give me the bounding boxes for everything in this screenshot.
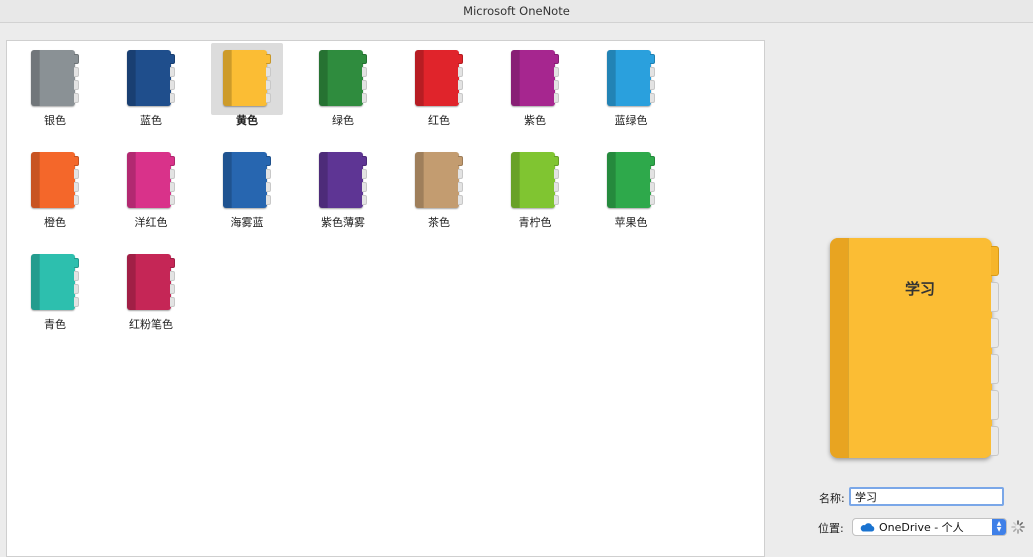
notebook-tabs (458, 156, 463, 206)
notebook-preview-cover (830, 238, 992, 458)
notebook-cover (319, 50, 363, 106)
notebook-color-label: 蓝绿色 (614, 114, 648, 127)
window-title: Microsoft OneNote (463, 4, 570, 18)
notebook-preview: 学习 (830, 238, 1000, 458)
notebook-icon (31, 152, 79, 208)
notebook-color-label: 青柠色 (518, 216, 552, 229)
notebook-tabs (650, 54, 655, 104)
notebook-tabs (266, 54, 271, 104)
notebook-cover (223, 50, 267, 106)
notebook-icon (415, 152, 463, 208)
notebook-icon (223, 50, 271, 106)
notebook-cover (31, 254, 75, 310)
notebook-icon (319, 152, 367, 208)
notebook-color-option[interactable]: 青色 (19, 247, 91, 331)
notebook-cover (415, 50, 459, 106)
notebook-icon (223, 152, 271, 208)
notebook-icon (31, 254, 79, 310)
location-label: 位置: (818, 522, 844, 535)
notebook-tabs (554, 156, 559, 206)
notebook-tabs (554, 54, 559, 104)
location-value: OneDrive - 个人 (879, 521, 964, 534)
notebook-color-option[interactable]: 红粉笔色 (115, 247, 187, 331)
notebook-color-label: 橙色 (44, 216, 66, 229)
notebook-color-option[interactable]: 绿色 (307, 43, 379, 127)
notebook-cover (223, 152, 267, 208)
notebook-color-option[interactable]: 紫色薄雾 (307, 145, 379, 229)
popup-stepper-icon[interactable]: ▲ ▼ (992, 519, 1006, 535)
notebook-icon (511, 50, 559, 106)
notebook-cover (31, 152, 75, 208)
notebook-cover (31, 50, 75, 106)
notebook-cover (607, 152, 651, 208)
notebook-cover (511, 50, 555, 106)
notebook-color-option[interactable]: 红色 (403, 43, 475, 127)
notebook-tabs (74, 54, 79, 104)
notebook-color-label: 蓝色 (140, 114, 162, 127)
notebook-icon (127, 152, 175, 208)
notebook-preview-tabs (991, 246, 999, 462)
notebook-tabs (458, 54, 463, 104)
notebook-color-option[interactable]: 青柠色 (499, 145, 571, 229)
notebook-cover (319, 152, 363, 208)
notebook-color-option[interactable]: 橙色 (19, 145, 91, 229)
notebook-cover (511, 152, 555, 208)
notebook-cover (127, 50, 171, 106)
location-select[interactable]: OneDrive - 个人 ▲ ▼ (852, 518, 1007, 536)
notebook-color-option[interactable]: 紫色 (499, 43, 571, 127)
notebook-icon (127, 50, 175, 106)
notebook-color-option[interactable]: 洋红色 (115, 145, 187, 229)
loading-spinner-icon (1011, 520, 1025, 534)
notebook-color-label: 茶色 (428, 216, 450, 229)
notebook-color-option[interactable]: 黄色 (211, 43, 283, 127)
notebook-icon (319, 50, 367, 106)
notebook-color-label: 黄色 (236, 114, 258, 127)
notebook-color-label: 银色 (44, 114, 66, 127)
notebook-color-label: 洋红色 (134, 216, 168, 229)
notebook-color-option[interactable]: 苹果色 (595, 145, 667, 229)
notebook-tabs (362, 156, 367, 206)
notebook-color-option[interactable]: 海雾蓝 (211, 145, 283, 229)
notebook-icon (607, 50, 655, 106)
notebook-tabs (74, 258, 79, 308)
notebook-color-label: 红粉笔色 (129, 318, 173, 331)
notebook-color-label: 海雾蓝 (230, 216, 264, 229)
notebook-cover (127, 254, 171, 310)
notebook-tabs (170, 258, 175, 308)
notebook-tabs (650, 156, 655, 206)
notebook-cover (607, 50, 651, 106)
notebook-tabs (74, 156, 79, 206)
notebook-color-label: 红色 (428, 114, 450, 127)
notebook-color-option[interactable]: 蓝色 (115, 43, 187, 127)
notebook-icon (31, 50, 79, 106)
notebook-tabs (170, 156, 175, 206)
notebook-icon (607, 152, 655, 208)
notebook-color-label: 苹果色 (614, 216, 648, 229)
notebook-cover (127, 152, 171, 208)
notebook-color-option[interactable]: 茶色 (403, 145, 475, 229)
notebook-tabs (266, 156, 271, 206)
notebook-color-label: 绿色 (332, 114, 354, 127)
notebook-cover (415, 152, 459, 208)
onedrive-cloud-icon (860, 523, 875, 532)
notebook-icon (415, 50, 463, 106)
notebook-color-grid: 银色 蓝色 黄色 绿色 红色 紫色 蓝绿色橙色 洋红色 海雾蓝 紫色薄雾 茶色 青柠色 苹果色青色 红粉笔… (6, 40, 765, 557)
notebook-tabs (362, 54, 367, 104)
notebook-color-option[interactable]: 银色 (19, 43, 91, 127)
notebook-color-label: 青色 (44, 318, 66, 331)
notebook-name-input[interactable] (849, 487, 1004, 506)
notebook-color-option[interactable]: 蓝绿色 (595, 43, 667, 127)
window-titlebar: Microsoft OneNote (0, 0, 1033, 23)
notebook-icon (511, 152, 559, 208)
notebook-tabs (170, 54, 175, 104)
name-label: 名称: (819, 492, 845, 505)
notebook-icon (127, 254, 175, 310)
notebook-preview-title: 学习 (904, 280, 935, 298)
notebook-color-label: 紫色 (524, 114, 546, 127)
notebook-color-label: 紫色薄雾 (321, 216, 365, 229)
